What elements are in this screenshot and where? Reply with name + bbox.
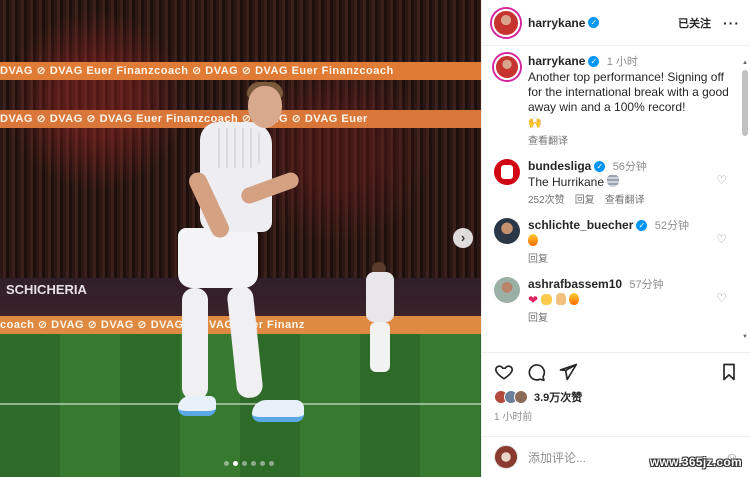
reply-link[interactable]: 回复 xyxy=(575,193,595,208)
comment-item: schlichte_buecher ✓ 52分钟 回复 ♡ xyxy=(494,218,729,267)
reply-link[interactable]: 回复 xyxy=(528,311,548,326)
comment-username[interactable]: ashrafbassem10 xyxy=(528,277,622,291)
verified-icon: ✓ xyxy=(594,161,606,172)
scrollbar-thumb[interactable] xyxy=(742,70,748,136)
username[interactable]: harrykane xyxy=(528,16,585,30)
scroll-up-icon[interactable]: ▲ xyxy=(742,60,748,66)
background-player xyxy=(366,262,396,372)
instagram-post-window: DVAG ⊘ DVAG Euer Finanzcoach ⊘ DVAG ⊘ DV… xyxy=(0,0,750,477)
avatar[interactable] xyxy=(494,54,520,80)
ad-banner-top: DVAG ⊘ DVAG Euer Finanzcoach ⊘ DVAG ⊘ DV… xyxy=(0,62,481,80)
post-photo[interactable]: DVAG ⊘ DVAG Euer Finanzcoach ⊘ DVAG ⊘ DV… xyxy=(0,0,481,477)
pitch-line xyxy=(0,403,481,405)
raised-hands-emoji xyxy=(555,293,566,305)
likes-row[interactable]: 3.9万次赞 xyxy=(494,389,739,405)
comment-likes[interactable]: 252次赞 xyxy=(528,193,565,208)
verified-icon: ✓ xyxy=(588,56,600,67)
heart-icon[interactable]: ♡ xyxy=(716,173,727,187)
comment-time: 56分钟 xyxy=(612,161,647,173)
liker-avatar xyxy=(514,390,528,404)
comment-time: 57分钟 xyxy=(629,279,664,291)
comment-username[interactable]: schlichte_buecher xyxy=(528,218,633,232)
fire-emoji xyxy=(528,234,538,246)
more-options-icon[interactable]: ··· xyxy=(723,15,740,31)
comment-time: 52分钟 xyxy=(654,220,689,232)
see-translation-link[interactable]: 查看翻译 xyxy=(605,193,645,208)
caption-username[interactable]: harrykane xyxy=(528,54,585,68)
avatar[interactable] xyxy=(494,218,520,244)
reply-link[interactable]: 回复 xyxy=(528,252,548,267)
avatar[interactable] xyxy=(494,277,520,303)
comments-scrollbar[interactable]: ▲ ▼ xyxy=(742,60,748,340)
see-translation-link[interactable]: 查看翻译 xyxy=(528,134,568,149)
carousel-dot xyxy=(260,461,265,466)
heart-icon[interactable]: ♡ xyxy=(716,232,727,246)
likes-count[interactable]: 3.9万次赞 xyxy=(534,389,582,405)
red-heart-emoji: ❤ xyxy=(528,293,539,307)
carousel-dot xyxy=(224,461,229,466)
comment-item: bundesliga ✓ 56分钟 The Hurrikane 252次赞 回复 … xyxy=(494,159,729,208)
comment-text: The Hurrikane xyxy=(528,175,605,189)
comment-icon[interactable] xyxy=(526,362,546,382)
chevron-right-icon[interactable]: › xyxy=(453,228,473,248)
caption: harrykane ✓ 1 小时 Another top performance!… xyxy=(494,54,729,149)
current-user-avatar xyxy=(494,445,518,469)
comment-input[interactable]: 添加评论... xyxy=(528,449,586,466)
heart-icon[interactable]: ♡ xyxy=(716,291,727,305)
following-button[interactable]: 已关注 xyxy=(678,15,711,31)
carousel-dot xyxy=(269,461,274,466)
caption-time: 1 小时 xyxy=(606,56,638,68)
caption-text: Another top performance! Signing off for… xyxy=(528,70,729,114)
post-timestamp: 1 小时前 xyxy=(494,412,533,423)
raised-hands-emoji: 🙌 xyxy=(528,117,542,129)
post-actions: 3.9万次赞 1 小时前 xyxy=(482,352,750,423)
verified-icon: ✓ xyxy=(588,17,600,28)
clapping-emoji xyxy=(541,294,553,305)
post-header: harrykane ✓ 已关注 ··· xyxy=(482,0,750,46)
post-side-panel: harrykane ✓ 已关注 ··· harrykane ✓ 1 小时 Anot… xyxy=(481,0,750,477)
fire-emoji xyxy=(569,293,580,305)
ad-board-text: SCHICHERIA xyxy=(6,282,87,297)
scroll-down-icon[interactable]: ▼ xyxy=(742,334,748,340)
carousel-dots xyxy=(224,461,274,466)
comments-list[interactable]: harrykane ✓ 1 小时 Another top performance!… xyxy=(482,46,741,351)
verified-icon: ✓ xyxy=(636,220,648,231)
tornado-emoji xyxy=(607,175,620,187)
carousel-dot xyxy=(242,461,247,466)
bookmark-icon[interactable] xyxy=(719,362,739,382)
carousel-dot xyxy=(251,461,256,466)
comment-username[interactable]: bundesliga xyxy=(528,159,591,173)
watermark: www.365jz.com xyxy=(649,455,742,469)
like-heart-icon[interactable] xyxy=(494,362,514,382)
share-icon[interactable] xyxy=(558,362,578,382)
avatar[interactable] xyxy=(494,159,520,185)
comment-item: ashrafbassem10 57分钟 ❤ 回复 ♡ xyxy=(494,277,729,326)
carousel-dot xyxy=(233,461,238,466)
avatar[interactable] xyxy=(492,8,520,37)
